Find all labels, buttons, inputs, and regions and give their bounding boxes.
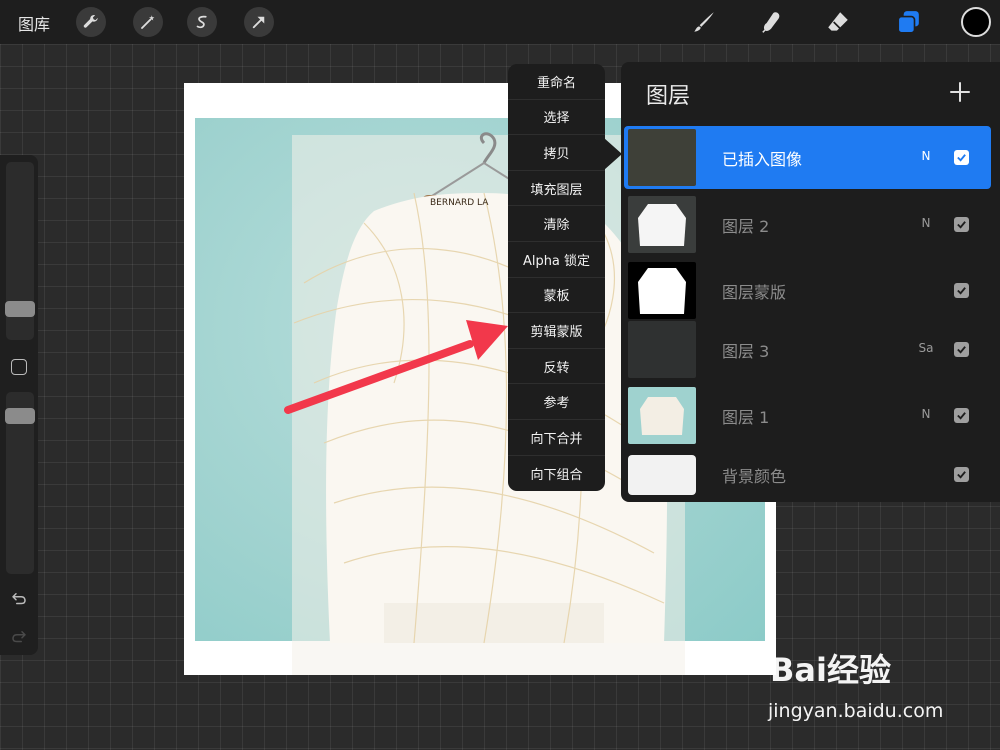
menu-item-copy[interactable]: 拷贝 <box>508 135 605 171</box>
wrench-icon[interactable] <box>76 7 106 37</box>
brush-icon[interactable] <box>688 6 720 38</box>
menu-item-alpha-lock[interactable]: Alpha 锁定 <box>508 242 605 278</box>
magic-wand-icon[interactable] <box>133 7 163 37</box>
layer-thumbnail <box>628 129 696 186</box>
watermark-brand: Bai经验 <box>770 651 891 689</box>
layer-name: 图层 1 <box>722 408 770 427</box>
layer-name: 图层蒙版 <box>722 283 787 302</box>
smudge-icon[interactable] <box>756 6 788 38</box>
layers-icon[interactable] <box>892 6 924 38</box>
transform-arrow-icon[interactable] <box>244 7 274 37</box>
redo-icon[interactable] <box>10 628 28 650</box>
visibility-checkbox[interactable] <box>954 467 969 482</box>
visibility-checkbox[interactable] <box>954 217 969 232</box>
visibility-checkbox[interactable] <box>954 408 969 423</box>
layer-thumbnail <box>628 196 696 253</box>
color-swatch[interactable] <box>961 7 991 37</box>
visibility-checkbox[interactable] <box>954 150 969 165</box>
menu-item-clipping-mask[interactable]: 剪辑蒙版 <box>508 313 605 349</box>
menu-item-fill-layer[interactable]: 填充图层 <box>508 171 605 207</box>
opacity-thumb[interactable] <box>5 408 35 424</box>
visibility-checkbox[interactable] <box>954 283 969 298</box>
layer-options-menu: 重命名 选择 拷贝 填充图层 清除 Alpha 锁定 蒙板 剪辑蒙版 反转 参考… <box>508 64 605 491</box>
eraser-icon[interactable] <box>822 6 854 38</box>
menu-item-select[interactable]: 选择 <box>508 100 605 136</box>
menu-item-merge-down[interactable]: 向下合并 <box>508 420 605 456</box>
menu-pointer <box>604 138 622 170</box>
layer-name: 图层 2 <box>722 217 770 236</box>
layer-row-background-color[interactable]: 背景颜色 <box>624 443 991 506</box>
layer-name: 背景颜色 <box>722 467 787 486</box>
menu-item-invert[interactable]: 反转 <box>508 349 605 385</box>
blend-mode[interactable]: N <box>914 149 938 163</box>
layer-row-layer-1[interactable]: 图层 1 N <box>624 384 991 447</box>
undo-icon[interactable] <box>10 590 28 612</box>
layer-row-layer-3[interactable]: 图层 3 Sa <box>624 318 991 381</box>
annotation-arrow <box>284 320 508 414</box>
gallery-button[interactable]: 图库 <box>18 11 50 35</box>
layer-name: 图层 3 <box>722 342 770 361</box>
blend-mode[interactable]: N <box>914 216 938 230</box>
layer-row-inserted-image[interactable]: 已插入图像 N <box>624 126 991 189</box>
selection-icon[interactable] <box>187 7 217 37</box>
layers-title: 图层 <box>646 84 691 109</box>
menu-item-rename[interactable]: 重命名 <box>508 64 605 100</box>
visibility-checkbox[interactable] <box>954 342 969 357</box>
hanger-label: BERNARD LA <box>430 198 489 208</box>
modifier-button[interactable] <box>11 359 27 375</box>
menu-item-reference[interactable]: 参考 <box>508 384 605 420</box>
layer-thumbnail <box>628 455 696 495</box>
layer-thumbnail <box>628 262 696 319</box>
layer-thumbnail <box>628 321 696 378</box>
menu-item-mask[interactable]: 蒙板 <box>508 278 605 314</box>
menu-item-combine-down[interactable]: 向下组合 <box>508 456 605 491</box>
blend-mode[interactable]: N <box>914 407 938 421</box>
layer-row-layer-2[interactable]: 图层 2 N <box>624 193 991 256</box>
menu-item-clear[interactable]: 清除 <box>508 206 605 242</box>
blend-mode[interactable]: Sa <box>914 341 938 355</box>
layer-name: 已插入图像 <box>722 150 803 169</box>
watermark-url: jingyan.baidu.com <box>768 700 944 722</box>
layer-row-layer-mask[interactable]: 图层蒙版 <box>624 259 991 322</box>
layer-thumbnail <box>628 387 696 444</box>
add-layer-icon[interactable] <box>948 80 972 104</box>
brush-size-thumb[interactable] <box>5 301 35 317</box>
